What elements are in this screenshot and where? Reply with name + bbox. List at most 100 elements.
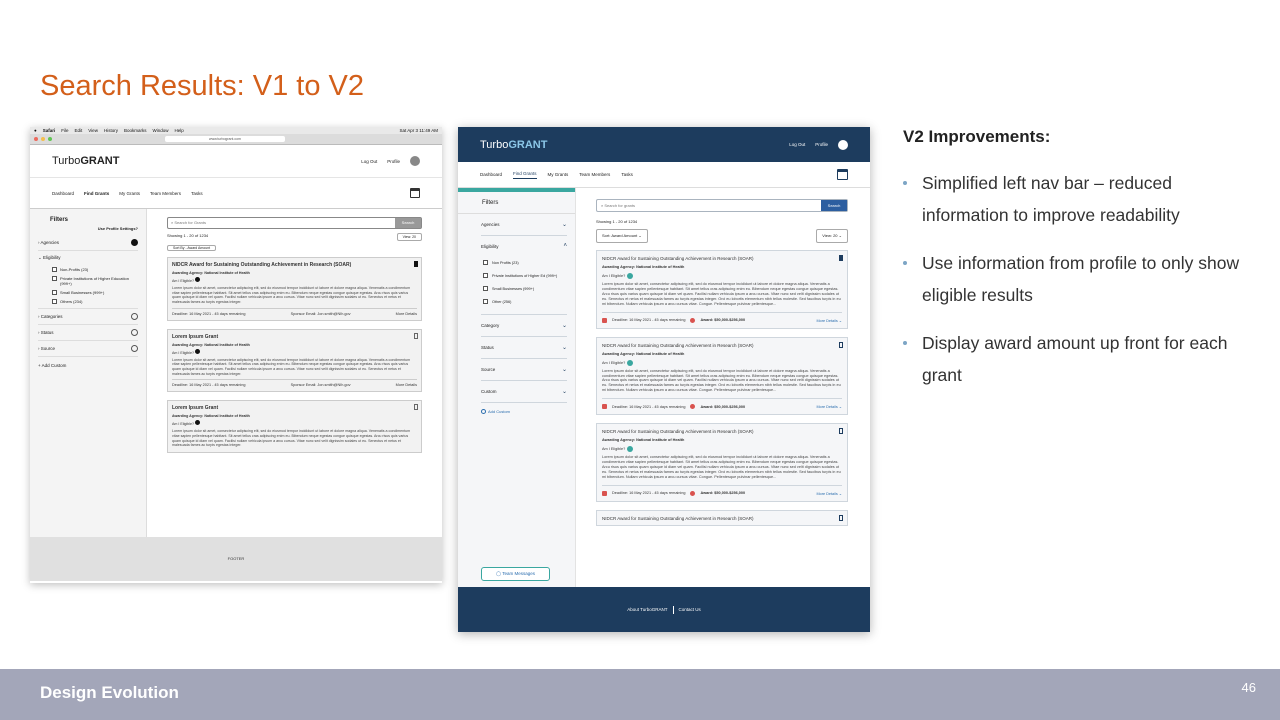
filter-agencies[interactable]: › Agencies [38, 235, 138, 251]
filter-categories[interactable]: › Categories [38, 309, 138, 325]
menu-help[interactable]: Help [175, 128, 184, 133]
grant-title[interactable]: Lorem Ipsum Grant [172, 334, 417, 340]
logout-link[interactable]: Log Out [789, 142, 805, 147]
use-profile-label[interactable]: Use Profile Settings? [38, 226, 138, 231]
bookmark-icon[interactable] [839, 341, 843, 348]
bookmark-icon[interactable] [839, 255, 843, 261]
grant-card[interactable]: NIDCR Award for Sustaining Outstanding A… [596, 250, 848, 329]
menu-edit[interactable]: Edit [75, 128, 83, 133]
elig-option[interactable]: Others (234) [38, 297, 138, 309]
bookmark-icon[interactable] [414, 332, 418, 339]
grant-title[interactable]: NIDCR Award for Sustaining Outstanding A… [172, 262, 417, 268]
filter-eligibility[interactable]: Eligibility ˄ [481, 236, 567, 256]
grant-card[interactable]: Lorem Ipsum Grant Awarding Agency: Natio… [167, 400, 422, 454]
elig-option[interactable]: Private Institutions of Higher Education… [38, 274, 138, 288]
nav-team-members[interactable]: Team Members [150, 191, 181, 196]
avatar-icon[interactable] [838, 139, 848, 150]
elig-option[interactable]: Non Profits (23) [458, 256, 575, 269]
nav-tasks[interactable]: Tasks [191, 191, 203, 196]
filter-status[interactable]: › Status [38, 325, 138, 341]
avatar-icon[interactable] [410, 156, 420, 166]
about-link[interactable]: About TurboGRANT [627, 607, 667, 612]
search-input[interactable]: ⌕ Search for Grants [168, 218, 395, 228]
bookmark-icon[interactable] [414, 261, 418, 267]
sort-select[interactable]: Sort By - Award Amount [167, 245, 217, 251]
grant-card[interactable]: NIDCR Award for Sustaining Outstanding A… [167, 257, 422, 321]
grant-card[interactable]: NIDCR Award for Sustaining Outstanding A… [596, 336, 848, 416]
add-custom-button[interactable]: + Add Custom [38, 357, 138, 368]
view-select[interactable]: View: 20 [396, 233, 422, 241]
filter-source[interactable]: › Source [38, 341, 138, 357]
nav-my-grants[interactable]: My Grants [548, 172, 569, 177]
menu-view[interactable]: View [88, 128, 98, 133]
calendar-icon[interactable] [837, 169, 848, 180]
elig-option[interactable]: Private Institutions of Higher Ed (999+) [458, 269, 575, 282]
checkbox[interactable] [483, 286, 488, 291]
search-button[interactable]: Search [395, 218, 421, 228]
grant-title[interactable]: NIDCR Award for Sustaining Outstanding A… [602, 516, 842, 521]
bookmark-icon[interactable] [839, 514, 843, 521]
filter-source[interactable]: Source ⌄ [481, 359, 567, 381]
checkbox[interactable] [483, 260, 488, 265]
more-details-link[interactable]: More Details [396, 312, 417, 316]
profile-link[interactable]: Profile [387, 159, 400, 164]
nav-tasks[interactable]: Tasks [621, 172, 633, 177]
more-details-link[interactable]: More Details [396, 383, 417, 387]
zoom-dot-icon[interactable] [48, 137, 52, 141]
more-details-link[interactable]: More Details ⌄ [816, 491, 842, 496]
url-bar[interactable]: www.turbogrant.com [165, 136, 285, 142]
radio-icon[interactable] [131, 239, 138, 246]
menu-window[interactable]: Window [152, 128, 168, 133]
checkbox[interactable] [52, 299, 57, 304]
filter-status[interactable]: Status ⌄ [481, 337, 567, 359]
checkbox[interactable] [483, 273, 488, 278]
elig-option[interactable]: Non-Profits (23) [38, 265, 138, 274]
search-input[interactable]: ⌕ Search for grants [597, 200, 821, 211]
team-messages-button[interactable]: ◯ Team Messages [481, 567, 550, 581]
checkbox[interactable] [52, 290, 57, 295]
add-custom-button[interactable]: Add Custom [458, 403, 575, 415]
contact-link[interactable]: Contact Us [679, 607, 701, 612]
nav-my-grants[interactable]: My Grants [119, 191, 140, 196]
nav-dashboard[interactable]: Dashboard [52, 191, 74, 196]
more-details-link[interactable]: More Details ⌄ [816, 404, 842, 409]
view-select[interactable]: View: 20 ⌄ [816, 229, 848, 243]
v1-logo[interactable]: TurboGRANT [52, 155, 119, 167]
menu-file[interactable]: File [61, 128, 68, 133]
nav-find-grants[interactable]: Find Grants [84, 191, 109, 196]
elig-option[interactable]: Other (256) [458, 295, 575, 308]
elig-option[interactable]: Small Businesses (999+) [458, 282, 575, 295]
nav-team-members[interactable]: Team Members [579, 172, 610, 177]
profile-link[interactable]: Profile [815, 142, 828, 147]
grant-card[interactable]: NIDCR Award for Sustaining Outstanding A… [596, 423, 848, 502]
menu-safari[interactable]: Safari [43, 128, 56, 133]
nav-dashboard[interactable]: Dashboard [480, 172, 502, 177]
bookmark-icon[interactable] [839, 428, 843, 435]
calendar-icon[interactable] [410, 188, 420, 198]
menu-history[interactable]: History [104, 128, 118, 133]
filter-agencies[interactable]: Agencies ⌄ [481, 214, 567, 236]
radio-icon[interactable] [131, 313, 138, 320]
radio-icon[interactable] [131, 329, 138, 336]
checkbox[interactable] [52, 267, 57, 272]
grant-title[interactable]: NIDCR Award for Sustaining Outstanding A… [602, 343, 842, 348]
sort-select[interactable]: Sort: Award Amount ⌄ [596, 229, 648, 243]
logout-link[interactable]: Log Out [361, 159, 377, 164]
filter-category[interactable]: Category ⌄ [481, 314, 567, 337]
radio-icon[interactable] [131, 345, 138, 352]
grant-card[interactable]: Lorem Ipsum Grant Awarding Agency: Natio… [167, 328, 422, 393]
v2-logo[interactable]: TurboGRANT [480, 139, 547, 151]
checkbox[interactable] [52, 276, 57, 281]
bookmark-icon[interactable] [414, 404, 418, 411]
grant-card[interactable]: NIDCR Award for Sustaining Outstanding A… [596, 509, 848, 526]
filter-eligibility[interactable]: ⌄ Eligibility [38, 251, 138, 265]
grant-title[interactable]: NIDCR Award for Sustaining Outstanding A… [602, 429, 842, 434]
grant-title[interactable]: NIDCR Award for Sustaining Outstanding A… [602, 256, 842, 261]
elig-option[interactable]: Small Businesses (999+) [38, 288, 138, 297]
nav-find-grants[interactable]: Find Grants [513, 171, 537, 179]
grant-title[interactable]: Lorem Ipsum Grant [172, 405, 417, 411]
search-button[interactable]: Search [821, 200, 847, 211]
checkbox[interactable] [483, 299, 488, 304]
more-details-link[interactable]: More Details ⌄ [816, 318, 842, 323]
filter-custom[interactable]: Custom ⌄ [481, 381, 567, 403]
